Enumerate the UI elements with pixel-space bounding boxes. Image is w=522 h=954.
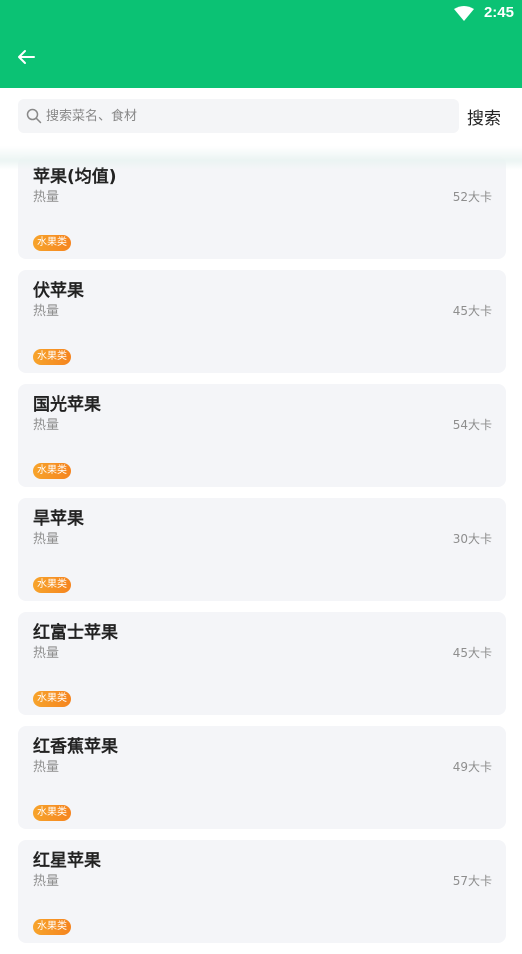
calorie-value: 54大卡	[452, 418, 492, 432]
app-header: 2:45	[0, 0, 522, 88]
calorie-value: 49大卡	[452, 760, 492, 774]
food-name: 红富士苹果	[33, 623, 118, 643]
category-tag: 水果类	[33, 805, 71, 821]
calorie-label: 热量	[33, 646, 60, 661]
list-item[interactable]: 旱苹果 热量 30大卡 水果类	[18, 498, 506, 601]
calorie-label: 热量	[33, 532, 60, 547]
wifi-icon	[454, 6, 474, 21]
calorie-value: 45大卡	[452, 304, 492, 318]
list-item[interactable]: 红香蕉苹果 热量 49大卡 水果类	[18, 726, 506, 829]
category-tag: 水果类	[33, 235, 71, 251]
calorie-label: 热量	[33, 760, 60, 775]
calorie-label: 热量	[33, 874, 60, 889]
food-name: 伏苹果	[33, 281, 84, 301]
calorie-label: 热量	[33, 418, 60, 433]
food-name: 国光苹果	[33, 395, 101, 415]
search-input[interactable]	[46, 99, 451, 133]
food-name: 红星苹果	[33, 851, 101, 871]
calorie-value: 57大卡	[452, 874, 492, 888]
category-tag: 水果类	[33, 691, 71, 707]
food-name: 红香蕉苹果	[33, 737, 118, 757]
list-item[interactable]: 红富士苹果 热量 45大卡 水果类	[18, 612, 506, 715]
list-item[interactable]: 红星苹果 热量 57大卡 水果类	[18, 840, 506, 943]
arrow-left-icon	[18, 50, 35, 64]
result-list: 苹果(均值) 热量 52大卡 水果类 伏苹果 热量 45大卡 水果类 国光苹果 …	[18, 156, 506, 954]
search-button[interactable]: 搜索	[467, 104, 501, 129]
calorie-label: 热量	[33, 190, 60, 205]
search-icon	[26, 108, 42, 124]
food-name: 旱苹果	[33, 509, 84, 529]
category-tag: 水果类	[33, 577, 71, 593]
food-name: 苹果(均值)	[33, 167, 117, 187]
search-box[interactable]	[18, 99, 459, 133]
calorie-value: 30大卡	[452, 532, 492, 546]
list-item[interactable]: 伏苹果 热量 45大卡 水果类	[18, 270, 506, 373]
status-time: 2:45	[483, 4, 514, 21]
list-item[interactable]: 苹果(均值) 热量 52大卡 水果类	[18, 156, 506, 259]
list-item[interactable]: 国光苹果 热量 54大卡 水果类	[18, 384, 506, 487]
calorie-value: 45大卡	[452, 646, 492, 660]
category-tag: 水果类	[33, 349, 71, 365]
category-tag: 水果类	[33, 463, 71, 479]
calorie-label: 热量	[33, 304, 60, 319]
calorie-value: 52大卡	[452, 190, 492, 204]
category-tag: 水果类	[33, 919, 71, 935]
back-button[interactable]	[12, 44, 40, 70]
